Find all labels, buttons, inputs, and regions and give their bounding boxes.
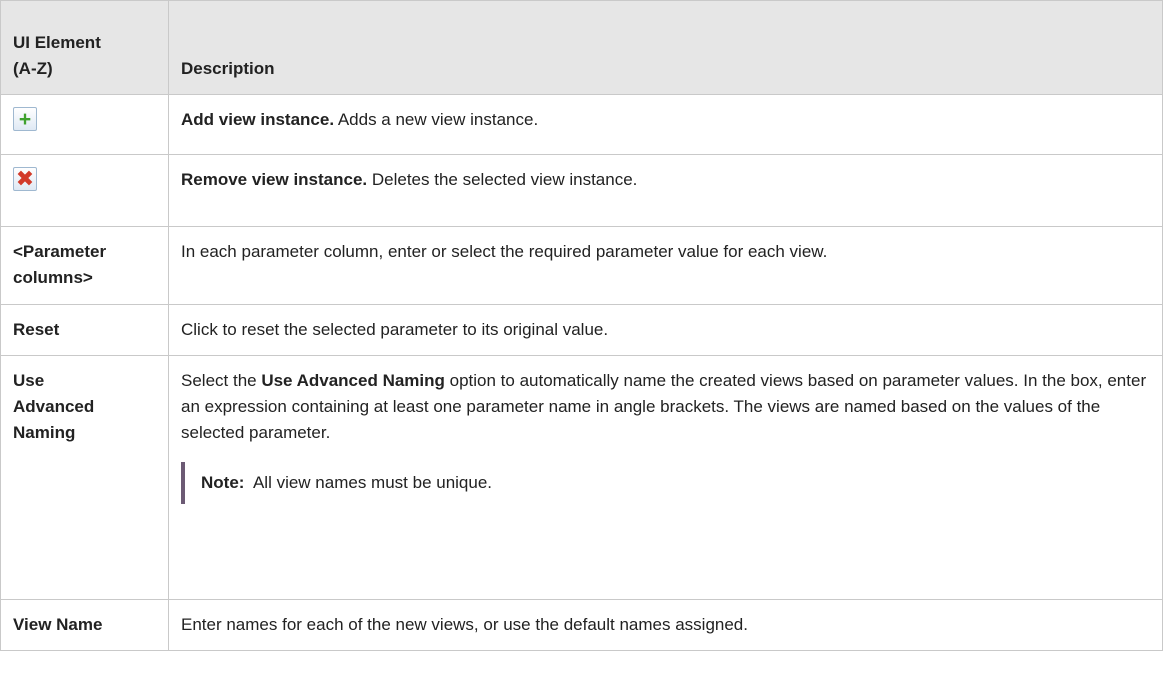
advanced-naming-text-before: Select the [181, 371, 262, 390]
description-cell-advanced-naming: Select the Use Advanced Naming option to… [168, 355, 1163, 600]
table-row-parameters: <Parameter columns> In each parameter co… [0, 226, 1163, 305]
remove-title: Remove view instance. [181, 170, 368, 189]
description-cell-parameters: In each parameter column, enter or selec… [168, 226, 1163, 305]
description-cell-view-name: Enter names for each of the new views, o… [168, 599, 1163, 651]
header-ui-element: UI Element (A-Z) [0, 0, 169, 95]
table-row-reset: Reset Click to reset the selected parame… [0, 304, 1163, 356]
advanced-naming-element-line2: Advanced [13, 397, 95, 416]
view-name-element: View Name [13, 615, 103, 634]
element-cell-parameters: <Parameter columns> [0, 226, 169, 305]
remove-text: Deletes the selected view instance. [367, 170, 638, 189]
element-cell-add: + [0, 94, 169, 155]
header-description: Description [168, 0, 1163, 95]
reset-text: Click to reset the selected parameter to… [181, 320, 609, 339]
reset-element: Reset [13, 320, 60, 339]
element-cell-view-name: View Name [0, 599, 169, 651]
description-cell-remove: Remove view instance. Deletes the select… [168, 154, 1163, 227]
description-cell-reset: Click to reset the selected parameter to… [168, 304, 1163, 356]
advanced-naming-element-line3: Naming [13, 423, 76, 442]
element-cell-remove: ✖ [0, 154, 169, 227]
ui-elements-table: UI Element (A-Z) Description + Add view … [0, 0, 1163, 651]
header-row: UI Element (A-Z) Description [0, 0, 1163, 95]
note-label: Note: [201, 473, 245, 492]
view-name-text: Enter names for each of the new views, o… [181, 615, 748, 634]
advanced-naming-text: Select the Use Advanced Naming option to… [181, 368, 1154, 446]
parameters-element-line2: columns> [13, 268, 93, 287]
parameters-element-line1: <Parameter [13, 242, 107, 261]
table-row-advanced-naming: Use Advanced Naming Select the Use Advan… [0, 355, 1163, 600]
advanced-naming-text-bold: Use Advanced Naming [261, 371, 445, 390]
advanced-naming-element-line1: Use [13, 371, 45, 390]
add-icon: + [13, 107, 37, 131]
element-cell-advanced-naming: Use Advanced Naming [0, 355, 169, 600]
element-cell-reset: Reset [0, 304, 169, 356]
note-box: Note: All view names must be unique. [181, 462, 1154, 504]
description-cell-add: Add view instance. Adds a new view insta… [168, 94, 1163, 155]
table-row-remove: ✖ Remove view instance. Deletes the sele… [0, 154, 1163, 227]
parameters-text: In each parameter column, enter or selec… [181, 242, 828, 261]
add-text: Adds a new view instance. [334, 110, 539, 129]
remove-icon: ✖ [13, 167, 37, 191]
header-ui-element-line2: (A-Z) [13, 59, 53, 78]
note-text: All view names must be unique. [244, 473, 493, 492]
header-description-label: Description [181, 59, 275, 78]
table-row-view-name: View Name Enter names for each of the ne… [0, 599, 1163, 651]
table-row-add: + Add view instance. Adds a new view ins… [0, 94, 1163, 155]
add-title: Add view instance. [181, 110, 335, 129]
header-ui-element-line1: UI Element [13, 33, 101, 52]
